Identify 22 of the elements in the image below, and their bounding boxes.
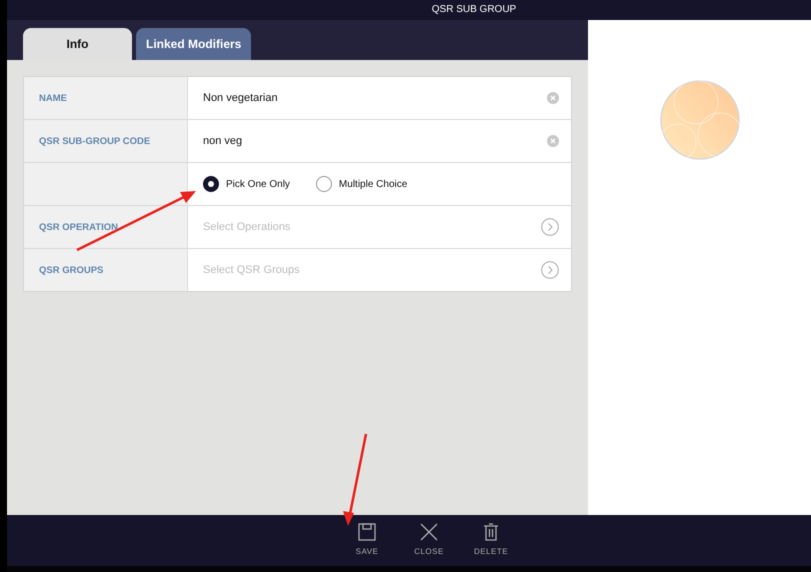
toolbar-button[interactable]: CLOSE [413, 515, 445, 566]
field-label: NAME [39, 92, 67, 104]
chevron-right-icon[interactable] [541, 261, 559, 279]
radio-label: Pick One Only [226, 178, 290, 190]
field-label: QSR OPERATION [39, 222, 118, 232]
radio-button[interactable] [203, 176, 219, 192]
field-label: QSR GROUPS [39, 264, 104, 276]
tab[interactable]: Linked Modifiers [136, 28, 252, 60]
radio-label: Multiple Choice [338, 178, 408, 190]
text-field[interactable]: Non vegetarian [203, 92, 539, 104]
tab[interactable]: Info [23, 28, 132, 60]
radio-button[interactable] [316, 176, 332, 192]
trash-icon [483, 523, 499, 541]
close-icon [420, 523, 438, 541]
window-title: QSR SUB GROUP [432, 5, 516, 15]
chevron-right-icon[interactable] [541, 218, 559, 236]
clear-icon[interactable] [547, 92, 559, 104]
field-label: QSR SUB-GROUP CODE [39, 136, 150, 146]
toolbar-button[interactable]: SAVE [351, 515, 383, 566]
text-field[interactable]: non veg [203, 135, 539, 147]
clear-icon[interactable] [547, 135, 559, 147]
toolbar-button[interactable]: DELETE [475, 515, 507, 566]
